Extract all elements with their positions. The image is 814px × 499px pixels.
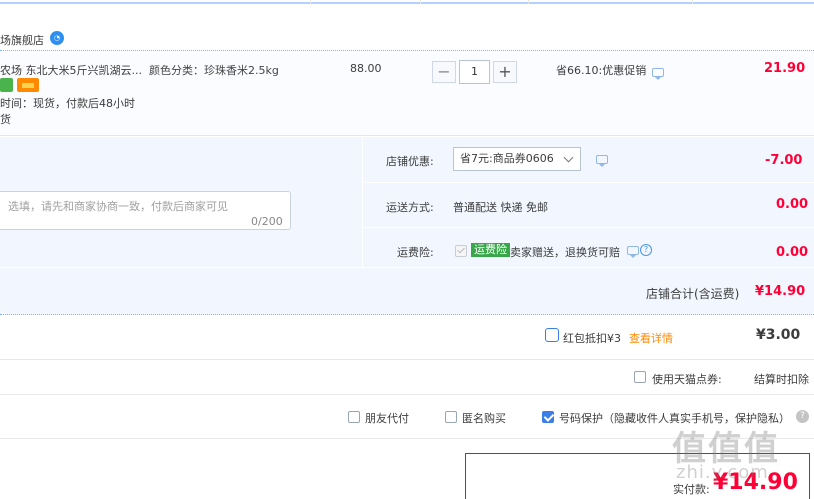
header-column-divider xyxy=(528,0,529,4)
section-divider xyxy=(0,394,814,395)
coupon-amount: -7.00 xyxy=(765,153,803,168)
quantity-decrease-button[interactable]: − xyxy=(432,61,456,83)
tmall-points-checkbox[interactable] xyxy=(634,371,646,383)
header-column-divider xyxy=(420,0,421,4)
redpacket-checkbox[interactable] xyxy=(545,328,559,342)
shipping-method: 普通配送 快递 免邮 xyxy=(453,201,548,214)
coupon-select[interactable]: 省7元:商品券0606 xyxy=(453,147,581,171)
message-char-count: 0/200 xyxy=(251,215,283,228)
coupon-label: 店铺优惠: xyxy=(386,155,434,168)
chevron-down-icon xyxy=(563,152,574,163)
insurance-badge: 运费险 xyxy=(471,243,510,257)
store-total-value: ¥14.90 xyxy=(755,284,806,299)
insurance-description: 卖家赠送，退换货可赔 xyxy=(510,246,620,259)
shipping-label: 运送方式: xyxy=(386,201,434,214)
item-sku: 颜色分类：珍珠香米2.5kg xyxy=(149,64,279,77)
store-name[interactable]: 场旗舰店 xyxy=(0,32,44,48)
row-divider xyxy=(0,267,814,268)
shipping-amount: 0.00 xyxy=(776,197,809,212)
tmall-points-label: 使用天猫点券: xyxy=(652,373,722,386)
comment-icon[interactable] xyxy=(652,68,664,80)
help-icon[interactable]: ? xyxy=(640,244,652,256)
insurance-checkbox xyxy=(455,245,467,257)
redpacket-details-link[interactable]: 查看详情 xyxy=(629,330,673,346)
row-divider xyxy=(364,227,814,228)
store-total-label: 店铺合计(含运费) xyxy=(646,287,740,301)
friend-pay-label: 朋友代付 xyxy=(365,412,409,425)
anonymous-checkbox[interactable] xyxy=(445,411,457,423)
header-column-divider xyxy=(692,0,693,4)
item-stock-status: 货 xyxy=(0,113,11,126)
buyer-message-placeholder: 选填，请先和商家协商一致，付款后商家可见 xyxy=(8,200,228,213)
header-column-divider xyxy=(310,0,311,4)
redpacket-label: 红包抵扣¥3 xyxy=(563,332,621,345)
insurance-amount: 0.00 xyxy=(776,245,809,260)
quantity-increase-button[interactable]: + xyxy=(493,61,517,83)
row-divider xyxy=(364,182,814,183)
service-badge-icon xyxy=(0,78,13,92)
help-icon[interactable]: ? xyxy=(796,410,809,423)
tmall-points-note: 结算时扣除 xyxy=(754,373,809,386)
insurance-label: 运费险: xyxy=(397,246,434,259)
item-ship-time: 时间：现货，付款后48小时 xyxy=(0,97,135,110)
comment-icon[interactable] xyxy=(627,246,639,258)
item-title-link[interactable]: 农场 东北大米5斤兴凯湖云... xyxy=(0,62,142,78)
anonymous-label: 匿名购买 xyxy=(462,412,506,425)
redpacket-value: ¥3.00 xyxy=(756,327,801,343)
friend-pay-checkbox[interactable] xyxy=(348,411,360,423)
quantity-input[interactable]: 1 xyxy=(459,60,490,84)
payment-label: 实付款: xyxy=(673,483,710,496)
section-divider xyxy=(0,359,814,360)
wangwang-icon[interactable]: ◔ xyxy=(50,31,64,45)
credit-card-icon xyxy=(17,78,39,92)
watermark-url: zhi.y.com xyxy=(676,462,769,483)
comment-icon[interactable] xyxy=(596,155,608,167)
item-promotion: 省66.10:优惠促销 xyxy=(556,64,647,77)
item-unit-price: 88.00 xyxy=(350,62,382,75)
item-subtotal: 21.90 xyxy=(764,61,806,76)
privacy-checkbox[interactable] xyxy=(542,411,554,423)
coupon-select-value: 省7元:商品券0606 xyxy=(460,152,554,165)
